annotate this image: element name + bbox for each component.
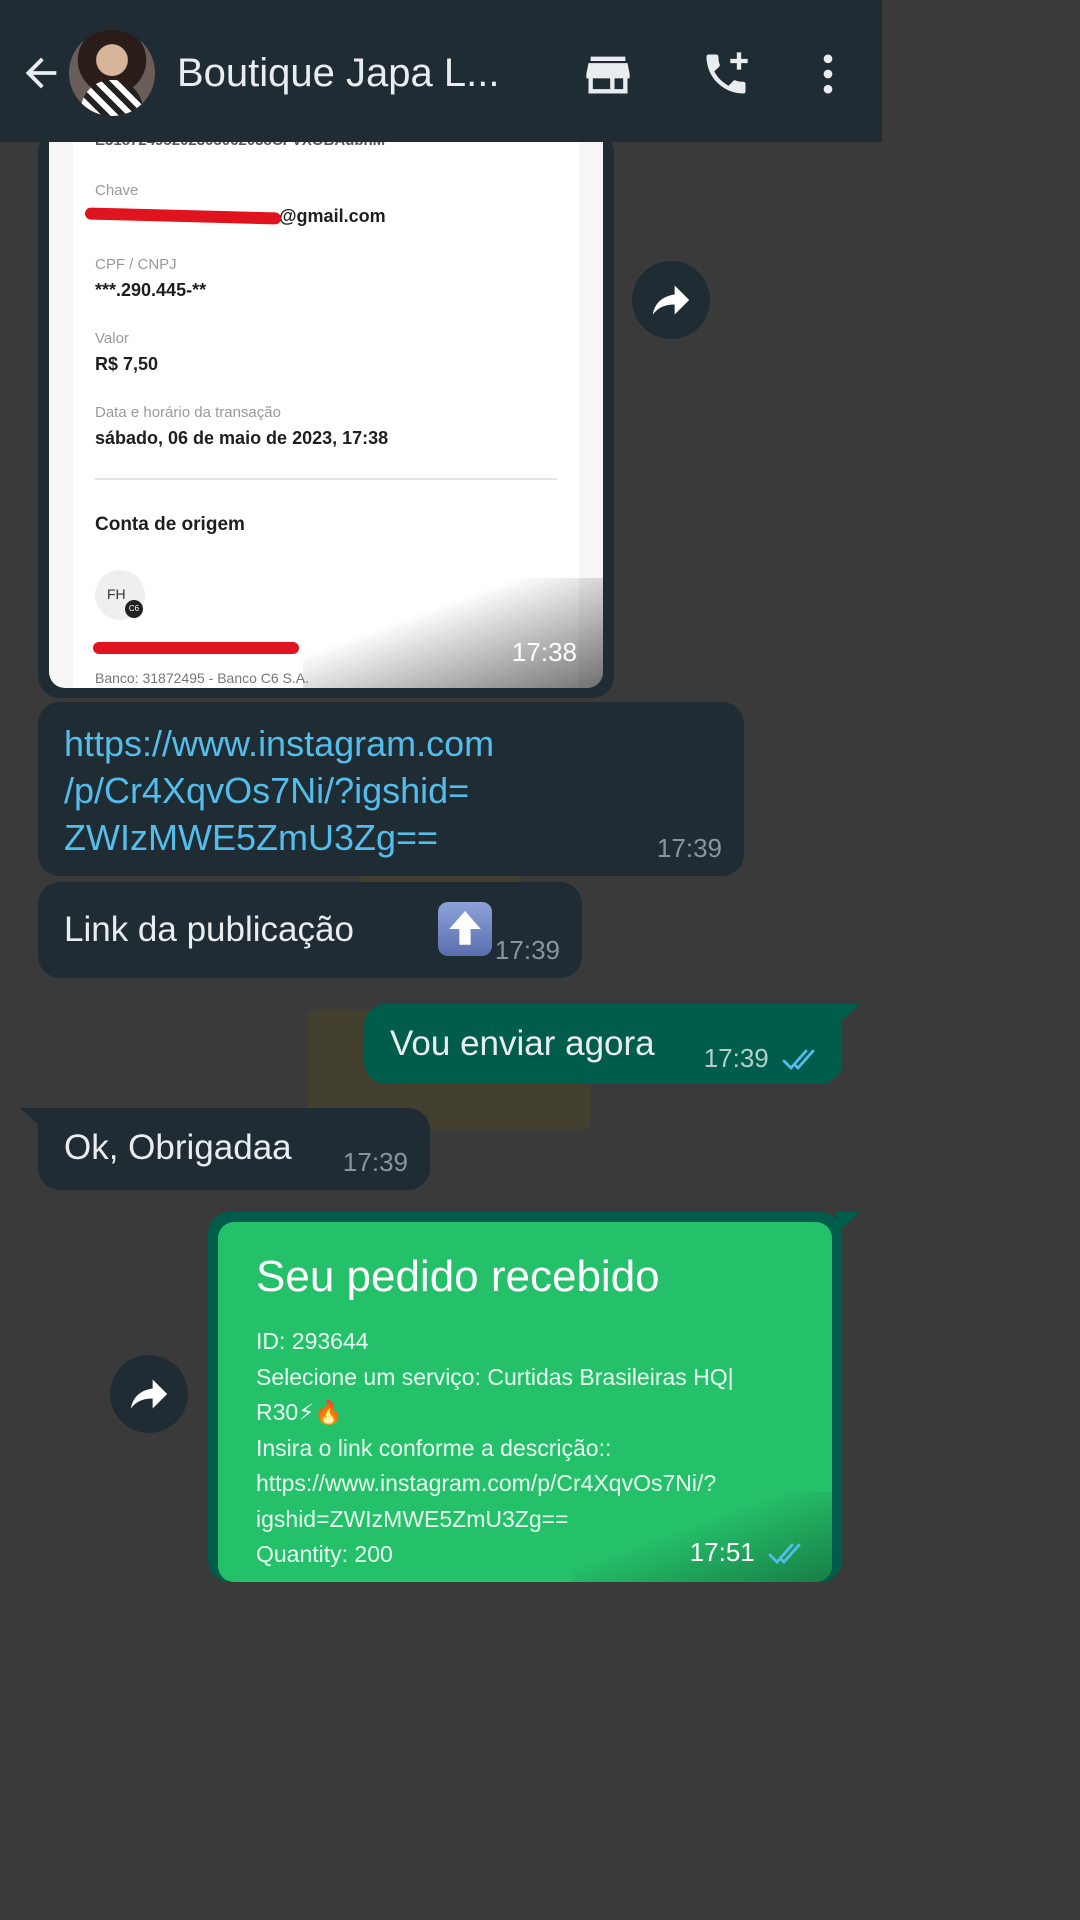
up-arrow-icon [449,911,481,945]
up-arrow-emoji [438,902,492,956]
message-time: 17:39 [703,1043,769,1073]
receipt-bank-badge: C6 [125,600,143,618]
order-service-cont: R30⚡🔥 [256,1399,343,1425]
receipt-data-value: sábado, 06 de maio de 2023, 17:38 [95,428,389,448]
add-call-icon [706,52,748,94]
store-icon [586,56,630,94]
message-text: Vou enviar agora [390,1024,655,1063]
message-time: 17:38 [511,637,577,667]
message-status: 17:39 [704,1043,822,1074]
message-text: Ok, Obrigadaa [64,1128,292,1167]
back-arrow-icon [25,57,57,89]
order-image-message[interactable]: Seu pedido recebido ID: 293644 Selecione… [208,1212,842,1582]
forward-icon [130,1379,168,1409]
receipt-divider [95,478,557,480]
receipt-initials: FH [107,586,126,602]
receipt-valor-label: Valor [95,330,129,347]
more-vert-icon [823,54,833,94]
receipt-chave-value: @gmail.com [279,206,386,226]
back-button[interactable] [18,50,64,96]
receipt-valor-value: R$ 7,50 [95,354,159,374]
message-bubble-incoming[interactable]: Link da publicação 17:39 [38,882,582,978]
receipt-data-label: Data e horário da transação [95,404,281,421]
message-time: 17:39 [342,1147,408,1177]
receipt-initials-avatar: FH C6 [95,570,145,620]
message-text: Link da publicação [64,910,354,949]
double-check-read-icon [782,1049,815,1071]
forward-icon [652,285,690,315]
message-bubble-incoming[interactable]: Ok, Obrigadaa 17:39 [38,1108,430,1190]
receipt-image: E31872495202305062038CFVXOBAubhM Chave @… [49,130,603,688]
order-image: Seu pedido recebido ID: 293644 Selecione… [218,1222,832,1582]
receipt-banco: Banco: 31872495 - Banco C6 S.A. [95,670,310,686]
add-call-button[interactable] [700,48,752,100]
receipt-cpf-value: ***.290.445-** [95,280,207,300]
message-bubble-outgoing[interactable]: Vou enviar agora 17:39 [364,1004,842,1084]
bubble-tail [20,1108,44,1130]
order-title: Seu pedido recebido [256,1252,660,1301]
receipt-chave-label: Chave [95,182,139,199]
bubble-tail [836,1212,860,1234]
message-status: 17:51 [690,1537,808,1568]
redaction-mark [93,642,299,654]
receipt-image-message[interactable]: E31872495202305062038CFVXOBAubhM Chave @… [38,130,614,698]
double-check-read-icon [768,1543,801,1565]
bubble-tail [836,1004,860,1026]
forward-button[interactable] [110,1355,188,1433]
receipt-cpf-label: CPF / CNPJ [95,256,177,273]
instagram-link[interactable]: https://www.instagram.com /p/Cr4XqvOs7Ni… [64,720,494,861]
message-time: 17:39 [494,935,560,965]
store-button[interactable] [582,48,634,100]
avatar[interactable] [69,30,155,116]
message-time: 17:39 [656,833,722,863]
order-link-label: Insira o link conforme a descrição:: [256,1434,612,1461]
chat-header: Boutique Japa L... [0,0,882,142]
order-id: ID: 293644 [256,1328,369,1354]
receipt-conta-label: Conta de origem [95,514,245,535]
order-service: Selecione um serviço: Curtidas Brasileir… [256,1363,734,1390]
message-time: 17:51 [689,1537,755,1567]
forward-button[interactable] [632,261,710,339]
contact-name[interactable]: Boutique Japa L... [177,48,537,98]
more-options-button[interactable] [802,48,854,100]
message-bubble-incoming[interactable]: https://www.instagram.com /p/Cr4XqvOs7Ni… [38,702,744,876]
